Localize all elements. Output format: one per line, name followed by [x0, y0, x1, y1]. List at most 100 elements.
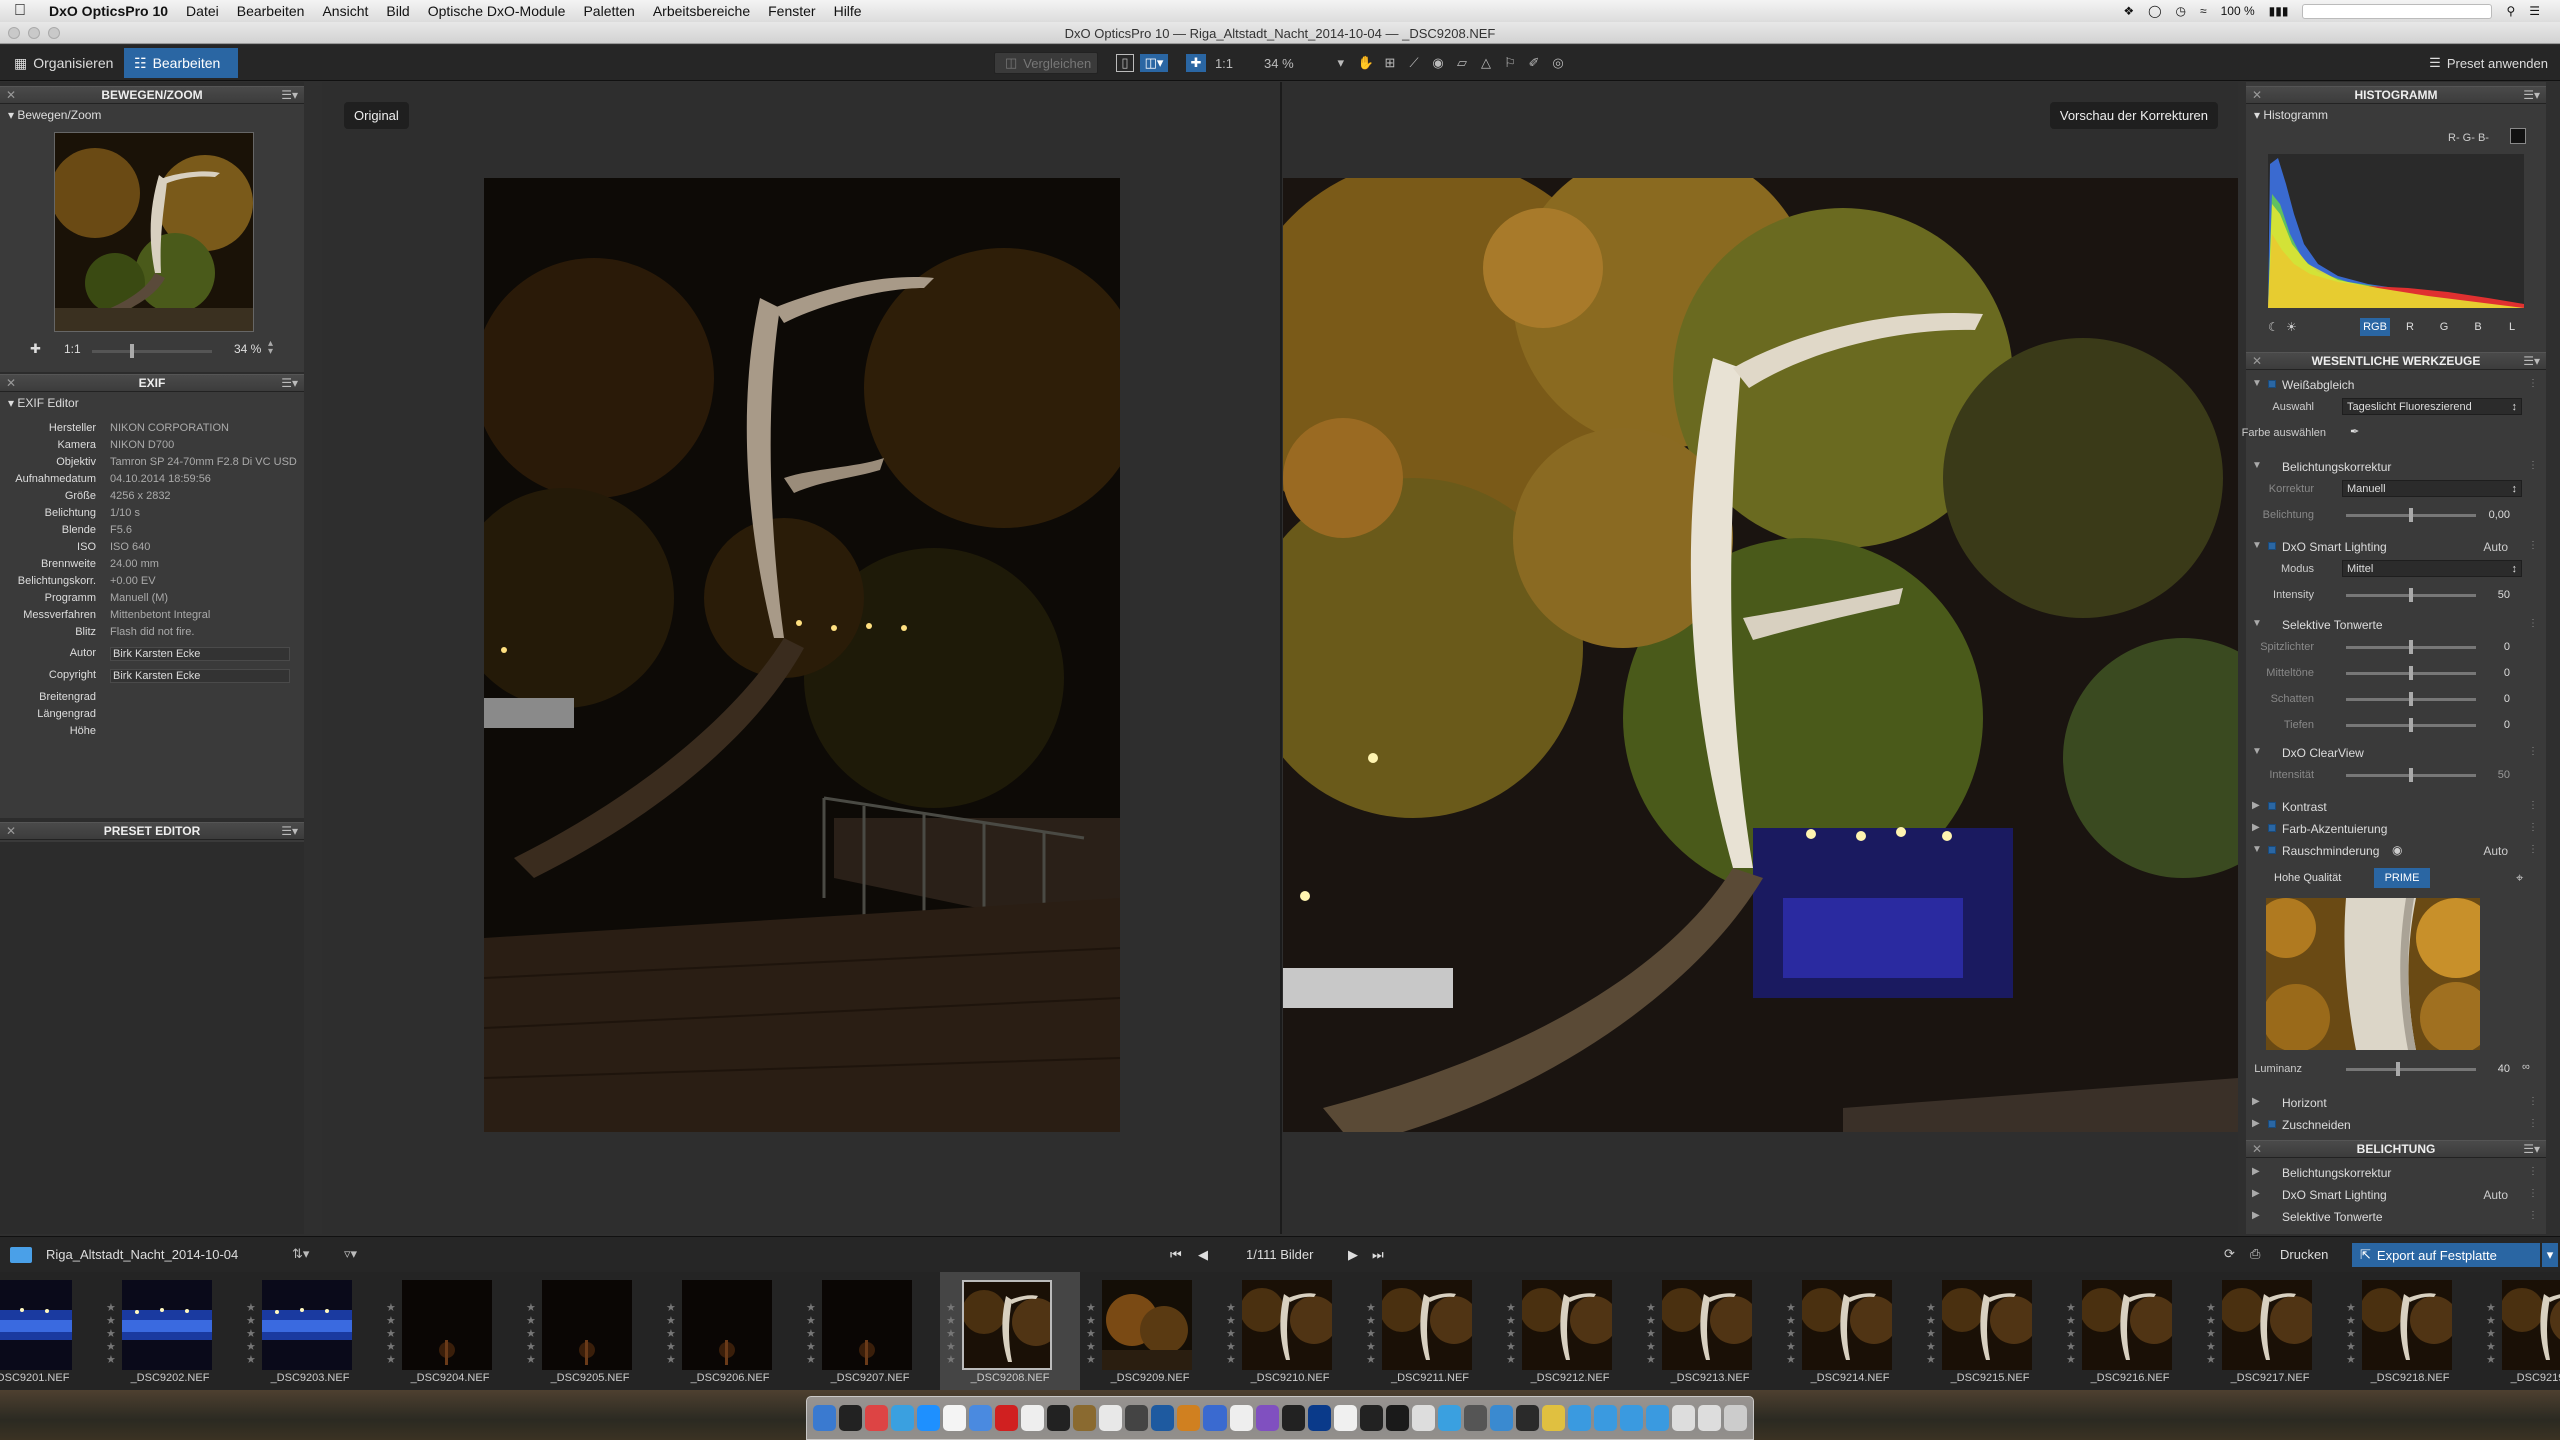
tool-enable-checkbox[interactable] — [2268, 824, 2276, 832]
smart-lighting-intensity-knob[interactable] — [2409, 588, 2413, 602]
filmstrip-thumbnail[interactable]: ★★★★★ _DSC9201.NEF — [0, 1272, 100, 1390]
dock-app-icon[interactable] — [1203, 1405, 1227, 1431]
dock-app-icon[interactable] — [1255, 1405, 1279, 1431]
dock-app-icon[interactable] — [1619, 1405, 1643, 1431]
navigator-zoom-slider[interactable] — [92, 350, 212, 353]
dock-app-icon[interactable] — [1489, 1405, 1513, 1431]
exposure-mode-dropdown[interactable]: Manuell ↕ — [2342, 480, 2522, 497]
rating-stars[interactable]: ★ ★ ★ ★ ★ — [2206, 1302, 2216, 1367]
menu-ansicht[interactable]: Ansicht — [313, 3, 377, 19]
filmstrip-thumbnail[interactable]: ★ ★ ★ ★ ★ _DSC9216.NEF — [2060, 1272, 2200, 1390]
print-button[interactable]: Drucken — [2280, 1247, 2328, 1262]
tone-slider-value[interactable]: 0 — [2486, 667, 2510, 679]
smart-lighting-auto[interactable]: Auto — [2483, 540, 2508, 554]
shadow-clip-icon[interactable]: ☾ — [2268, 320, 2279, 334]
tool-options-icon[interactable]: ⋮ — [2528, 746, 2538, 757]
dock-app-icon[interactable] — [1437, 1405, 1461, 1431]
tool-exposure[interactable]: ▼ Belichtungskorrektur ⋮ — [2246, 456, 2546, 478]
exif-header[interactable]: ✕ EXIF ☰▾ — [0, 374, 304, 392]
rating-stars[interactable]: ★ ★ ★ ★ ★ — [1086, 1302, 1096, 1367]
filmstrip-thumbnail[interactable]: ★ ★ ★ ★ ★ _DSC9207.NEF — [800, 1272, 940, 1390]
exposure-value[interactable]: 0,00 — [2486, 509, 2510, 521]
noise-reduction-auto[interactable]: Auto — [2483, 844, 2508, 858]
volume-tool-icon[interactable]: △ — [1478, 54, 1494, 72]
filter-icon[interactable]: ▿▾ — [344, 1246, 357, 1262]
filmstrip-thumbnail[interactable]: ★ ★ ★ ★ ★ _DSC9206.NEF — [660, 1272, 800, 1390]
dock-app-icon[interactable] — [943, 1405, 967, 1431]
rating-stars[interactable]: ★ ★ ★ ★ ★ — [1786, 1302, 1796, 1367]
palette-menu-icon[interactable]: ☰▾ — [281, 375, 298, 392]
tab-edit[interactable]: ☷ Bearbeiten — [124, 48, 238, 78]
noise-hq-option[interactable]: Hohe Qualität — [2274, 872, 2341, 884]
tool-options-icon[interactable]: ⋮ — [2528, 822, 2538, 833]
tool-enable-checkbox[interactable] — [2268, 1120, 2276, 1128]
search-icon[interactable]: ⚲ — [2506, 4, 2515, 18]
apple-icon[interactable]:  — [0, 2, 40, 20]
tab-organize[interactable]: ▦ Organisieren — [4, 48, 123, 78]
close-icon[interactable]: ✕ — [6, 823, 16, 840]
tool-options-icon[interactable]: ⋮ — [2528, 1210, 2538, 1221]
exposure-palette-item[interactable]: ▶ DxO Smart Lighting Auto ⋮ — [2246, 1184, 2546, 1206]
filmstrip-thumbnail[interactable]: ★ ★ ★ ★ ★ _DSC9204.NEF — [380, 1272, 520, 1390]
tool-options-icon[interactable]: ⋮ — [2528, 1166, 2538, 1177]
original-photo[interactable] — [484, 178, 1120, 1132]
dock-app-icon[interactable] — [1021, 1405, 1045, 1431]
tool-options-icon[interactable]: ⋮ — [2528, 844, 2538, 855]
tool-clearview[interactable]: ▼ DxO ClearView ⋮ — [2246, 742, 2546, 764]
tool-options-icon[interactable]: ⋮ — [2528, 540, 2538, 551]
local-adjust-icon[interactable]: ◎ — [1550, 54, 1566, 72]
printer-icon[interactable]: ⎙ — [2250, 1246, 2260, 1262]
tone-slider-knob[interactable] — [2409, 666, 2413, 680]
menu-optische-module[interactable]: Optische DxO-Module — [419, 3, 575, 19]
rating-stars[interactable]: ★ ★ ★ ★ ★ — [2066, 1302, 2076, 1367]
rating-stars[interactable]: ★ ★ ★ ★ ★ — [946, 1302, 956, 1367]
dock-app-icon[interactable] — [1281, 1405, 1305, 1431]
battery-icon[interactable]: ▮▮▮ — [2269, 4, 2289, 18]
reset-icon[interactable]: ∞ — [2522, 1061, 2530, 1073]
filmstrip-thumbnail[interactable]: ★ ★ ★ ★ ★ _DSC9212.NEF — [1500, 1272, 1640, 1390]
dock-app-icon[interactable] — [1307, 1405, 1331, 1431]
dock-app-icon[interactable] — [839, 1405, 863, 1431]
tone-slider-knob[interactable] — [2409, 718, 2413, 732]
dock-app-icon[interactable] — [1698, 1405, 1722, 1431]
menu-bearbeiten[interactable]: Bearbeiten — [228, 3, 314, 19]
filmstrip-thumbnail[interactable]: ★ ★ ★ ★ ★ _DSC9211.NEF — [1360, 1272, 1500, 1390]
dock-app-icon[interactable] — [865, 1405, 889, 1431]
eyedropper-icon[interactable]: ✒ — [2350, 425, 2359, 438]
filmstrip-thumbnail[interactable]: ★ ★ ★ ★ ★ _DSC9208.NEF — [940, 1272, 1080, 1390]
palette-menu-icon[interactable]: ☰▾ — [2523, 1141, 2540, 1158]
eye-icon[interactable]: ◉ — [2392, 843, 2402, 857]
close-icon[interactable]: ✕ — [2252, 87, 2262, 104]
tool-noise-reduction[interactable]: ▼ Rauschminderung ◉ Auto ⋮ — [2246, 840, 2546, 862]
rating-stars[interactable]: ★ ★ ★ ★ ★ — [2486, 1302, 2496, 1367]
filmstrip-thumbnail[interactable]: ★★★★★ _DSC9219.NEF — [2480, 1272, 2560, 1390]
tone-slider-value[interactable]: 0 — [2486, 693, 2510, 705]
luminance-slider[interactable] — [2346, 1068, 2476, 1071]
dock-app-icon[interactable] — [1125, 1405, 1149, 1431]
clearview-intensity-knob[interactable] — [2409, 768, 2413, 782]
dock-app-icon[interactable] — [1567, 1405, 1591, 1431]
status-icon-clock[interactable]: ◷ — [2176, 4, 2186, 18]
tool-smart-lighting[interactable]: ▼ DxO Smart Lighting Auto ⋮ — [2246, 536, 2546, 558]
exif-edit-field[interactable]: Birk Karsten Ecke — [110, 669, 290, 683]
wb-selection-dropdown[interactable]: Tageslicht Fluoreszierend ↕ — [2342, 398, 2522, 415]
dock-app-icon[interactable] — [969, 1405, 993, 1431]
menu-paletten[interactable]: Paletten — [574, 3, 643, 19]
brush-tool-icon[interactable]: ✐ — [1526, 54, 1542, 72]
dock-app-icon[interactable] — [1593, 1405, 1617, 1431]
split-view-icon[interactable]: ◫▾ — [1140, 54, 1168, 72]
dock-app-icon[interactable] — [1672, 1405, 1696, 1431]
tool-color-accent[interactable]: ▶ Farb-Akzentuierung ⋮ — [2246, 818, 2546, 840]
tool-enable-checkbox[interactable] — [2268, 802, 2276, 810]
dock-app-icon[interactable] — [1073, 1405, 1097, 1431]
corrected-photo[interactable] — [1283, 178, 2238, 1132]
dock-app-icon[interactable] — [813, 1405, 837, 1431]
last-image-icon[interactable]: ⏭ — [1372, 1247, 1384, 1263]
rotate-icon[interactable]: ⟳ — [2224, 1246, 2235, 1262]
apply-preset-button[interactable]: ☰ Preset anwenden — [2408, 54, 2548, 72]
tool-crop[interactable]: ▶ Zuschneiden ⋮ — [2246, 1114, 2546, 1136]
channel-g[interactable]: G — [2434, 318, 2454, 336]
rating-stars[interactable]: ★ ★ ★ ★ ★ — [1926, 1302, 1936, 1367]
filmstrip-thumbnail[interactable]: ★ ★ ★ ★ ★ _DSC9217.NEF — [2200, 1272, 2340, 1390]
export-dropdown-icon[interactable]: ▾ — [2542, 1243, 2558, 1267]
